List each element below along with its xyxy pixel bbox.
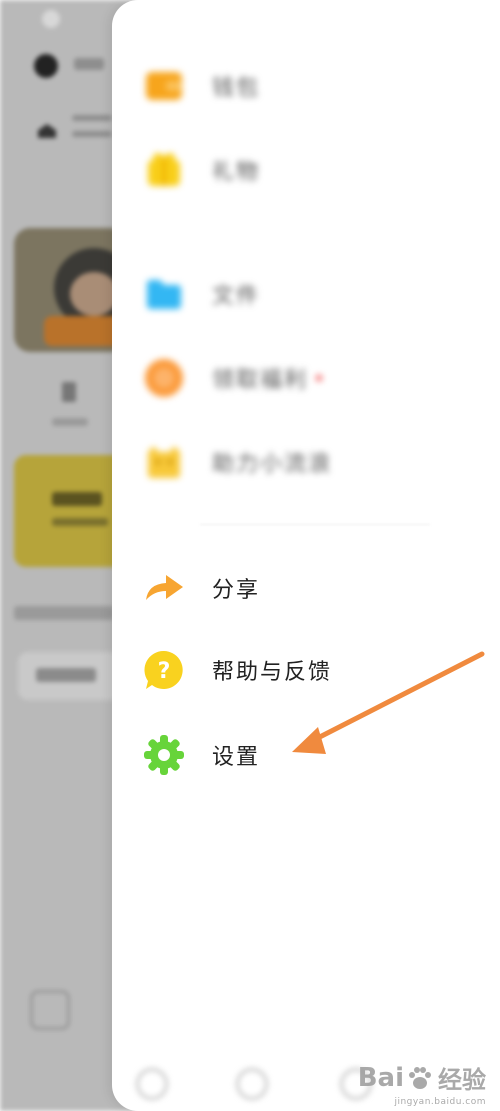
background-card-text — [52, 518, 108, 526]
menu-item-label: 礼物 — [212, 160, 261, 185]
menu-item-label: 分享 — [212, 578, 261, 603]
menu-item-help-feedback[interactable]: ? 帮助与反馈 — [142, 642, 332, 698]
background-circle-icon — [34, 54, 58, 78]
background-text — [72, 115, 112, 121]
menu-item-label: 设置 — [212, 745, 261, 770]
side-drawer-menu: 钱包 礼物 文件 领取福利 助力小流浪 分享 ? 帮助与反馈 设置 — [112, 0, 500, 1111]
benefit-icon — [142, 356, 186, 400]
background-label — [52, 418, 88, 426]
background-label — [62, 382, 76, 402]
paw-logo-icon — [409, 1066, 431, 1089]
menu-item-benefits[interactable]: 领取福利 — [142, 350, 323, 406]
share-arrow-icon — [142, 566, 186, 610]
settings-gear-icon — [142, 733, 186, 777]
gift-icon — [142, 148, 186, 192]
wallet-icon — [142, 64, 186, 108]
background-bottom-icon — [30, 990, 70, 1030]
cat-icon — [142, 440, 186, 484]
menu-item-label: 文件 — [212, 284, 261, 309]
menu-item-label: 钱包 — [212, 76, 261, 101]
menu-item-wallet[interactable]: 钱包 — [142, 58, 260, 114]
menu-item-settings[interactable]: 设置 — [142, 727, 260, 783]
watermark-brand-left: Bai — [357, 1062, 404, 1093]
watermark-url: jingyan.baidu.com — [394, 1097, 486, 1107]
nav-icon[interactable] — [236, 1068, 268, 1100]
background-text — [14, 606, 114, 620]
background-text — [74, 58, 104, 70]
background-input-text — [36, 668, 96, 682]
help-question-icon: ? — [142, 648, 186, 692]
menu-item-files[interactable]: 文件 — [142, 266, 260, 322]
baidu-jingyan-watermark: Bai 经验 jingyan.baidu.com — [357, 1060, 486, 1108]
watermark-brand-right: 经验 — [438, 1066, 486, 1094]
menu-item-label: 助力小流浪 — [212, 452, 333, 477]
menu-item-label: 领取福利 — [212, 368, 309, 393]
status-dot — [42, 10, 60, 28]
background-home-icon — [38, 124, 56, 138]
folder-icon — [142, 272, 186, 316]
menu-item-label: 帮助与反馈 — [212, 660, 333, 685]
menu-item-stray-help[interactable]: 助力小流浪 — [142, 434, 332, 490]
svg-text:?: ? — [158, 659, 171, 684]
background-card-text — [52, 492, 102, 506]
menu-item-share[interactable]: 分享 — [142, 560, 260, 616]
menu-divider — [200, 524, 430, 525]
menu-item-gift[interactable]: 礼物 — [142, 142, 260, 198]
profile-avatar-image — [14, 228, 126, 352]
nav-icon[interactable] — [136, 1068, 168, 1100]
notification-dot — [316, 375, 323, 381]
